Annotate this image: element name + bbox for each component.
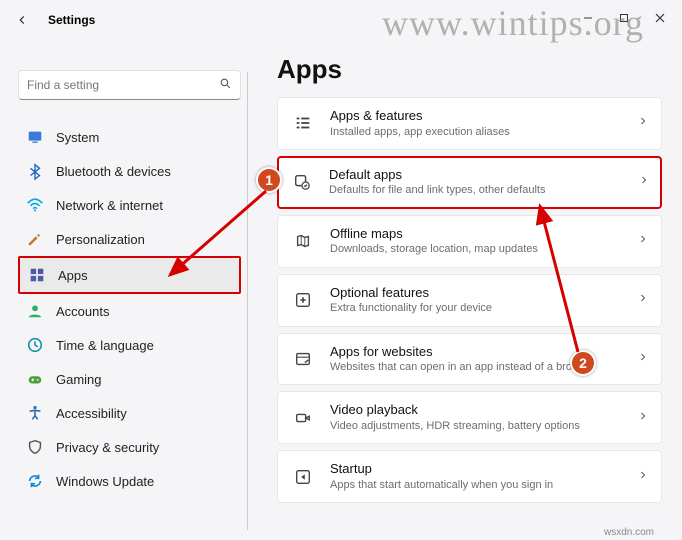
default-icon (291, 171, 313, 193)
sidebar-item-personalization[interactable]: Personalization (18, 222, 241, 256)
privacy-icon (26, 438, 44, 456)
sidebar-item-label: Apps (58, 268, 88, 283)
card-subtitle: Defaults for file and link types, other … (329, 183, 638, 197)
gaming-icon (26, 370, 44, 388)
time-icon (26, 336, 44, 354)
card-title: Optional features (330, 285, 637, 301)
sidebar-item-label: Accessibility (56, 406, 127, 421)
back-button[interactable] (8, 6, 36, 34)
sidebar-item-label: Privacy & security (56, 440, 159, 455)
map-icon (292, 230, 314, 252)
update-icon (26, 472, 44, 490)
card-subtitle: Apps that start automatically when you s… (330, 478, 637, 492)
personalization-icon (26, 230, 44, 248)
sidebar-item-system[interactable]: System (18, 120, 241, 154)
settings-window: Settings System Bluetooth & devices Networ… (0, 0, 682, 540)
card-title: Startup (330, 461, 637, 477)
sidebar-item-label: Windows Update (56, 474, 154, 489)
search-box[interactable] (18, 70, 241, 100)
startup-icon (292, 466, 314, 488)
list-icon (292, 112, 314, 134)
close-button[interactable] (642, 4, 678, 32)
chevron-right-icon (638, 173, 650, 191)
sidebar-item-label: Network & internet (56, 198, 163, 213)
card-title: Offline maps (330, 226, 637, 242)
sidebar-item-time-language[interactable]: Time & language (18, 328, 241, 362)
sidebar-item-bluetooth-devices[interactable]: Bluetooth & devices (18, 154, 241, 188)
chevron-right-icon (637, 114, 649, 132)
card-title: Apps & features (330, 108, 637, 124)
system-icon (26, 128, 44, 146)
chevron-right-icon (637, 468, 649, 486)
card-video-playback[interactable]: Video playbackVideo adjustments, HDR str… (277, 391, 662, 444)
sidebar-item-label: Time & language (56, 338, 154, 353)
sidebar-item-label: Accounts (56, 304, 109, 319)
sidebar-item-accounts[interactable]: Accounts (18, 294, 241, 328)
window-controls (570, 4, 678, 32)
card-apps-features[interactable]: Apps & featuresInstalled apps, app execu… (277, 97, 662, 150)
search-icon (219, 77, 232, 93)
chevron-right-icon (637, 232, 649, 250)
sidebar-item-windows-update[interactable]: Windows Update (18, 464, 241, 498)
sidebar-item-label: Gaming (56, 372, 102, 387)
accounts-icon (26, 302, 44, 320)
sidebar-item-gaming[interactable]: Gaming (18, 362, 241, 396)
web-icon (292, 348, 314, 370)
chevron-right-icon (637, 350, 649, 368)
accessibility-icon (26, 404, 44, 422)
maximize-button[interactable] (606, 4, 642, 32)
sidebar-divider (247, 72, 248, 530)
main-panel: Apps Apps & featuresInstalled apps, app … (255, 40, 682, 540)
plus-icon (292, 289, 314, 311)
titlebar: Settings (0, 0, 682, 40)
card-optional-features[interactable]: Optional featuresExtra functionality for… (277, 274, 662, 327)
card-startup[interactable]: StartupApps that start automatically whe… (277, 450, 662, 503)
network-icon (26, 196, 44, 214)
card-subtitle: Extra functionality for your device (330, 301, 637, 315)
card-default-apps[interactable]: Default appsDefaults for file and link t… (277, 156, 662, 209)
card-title: Video playback (330, 402, 637, 418)
sidebar-item-privacy-security[interactable]: Privacy & security (18, 430, 241, 464)
card-title: Default apps (329, 167, 638, 183)
sidebar-item-apps[interactable]: Apps (20, 258, 239, 292)
sidebar-item-label: System (56, 130, 99, 145)
annotation-bubble-2: 2 (570, 350, 596, 376)
content: System Bluetooth & devices Network & inter… (0, 40, 682, 540)
annotation-bubble-1: 1 (256, 167, 282, 193)
sidebar-item-accessibility[interactable]: Accessibility (18, 396, 241, 430)
card-subtitle: Downloads, storage location, map updates (330, 242, 637, 256)
bluetooth-icon (26, 162, 44, 180)
apps-icon (28, 266, 46, 284)
sidebar-item-network-internet[interactable]: Network & internet (18, 188, 241, 222)
chevron-right-icon (637, 409, 649, 427)
card-subtitle: Installed apps, app execution aliases (330, 125, 637, 139)
page-title: Apps (277, 54, 662, 85)
card-subtitle: Video adjustments, HDR streaming, batter… (330, 419, 637, 433)
card-offline-maps[interactable]: Offline mapsDownloads, storage location,… (277, 215, 662, 268)
sidebar-item-label: Personalization (56, 232, 145, 247)
minimize-button[interactable] (570, 4, 606, 32)
card-apps-for-websites[interactable]: Apps for websitesWebsites that can open … (277, 333, 662, 386)
sidebar: System Bluetooth & devices Network & inter… (0, 40, 255, 540)
attribution: wsxdn.com (604, 527, 654, 538)
video-icon (292, 407, 314, 429)
search-input[interactable] (27, 78, 219, 92)
sidebar-item-label: Bluetooth & devices (56, 164, 171, 179)
window-title: Settings (48, 13, 95, 27)
chevron-right-icon (637, 291, 649, 309)
